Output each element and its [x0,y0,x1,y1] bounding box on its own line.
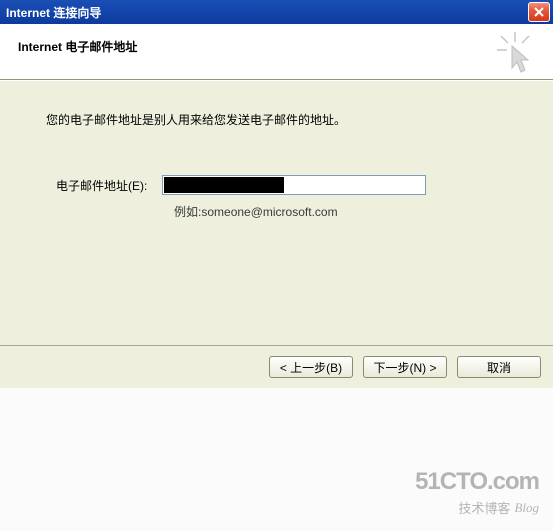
example-text: 例如:someone@microsoft.com [174,203,507,220]
wizard-dialog: Internet 连接向导 Internet 电子邮件地址 您的电子邮件地址是别… [0,0,553,390]
cancel-button[interactable]: 取消 [457,356,541,378]
watermark-subtitle: 技术博客 Blog [415,498,539,517]
next-button[interactable]: 下一步(N) > [363,356,447,378]
window-title: Internet 连接向导 [6,4,101,21]
watermark: 51CTO.com 技术博客 Blog [415,468,539,517]
example-value: someone@microsoft.com [201,205,337,219]
wizard-content: 您的电子邮件地址是别人用来给您发送电子邮件的地址。 电子邮件地址(E): 例如:… [0,80,553,345]
watermark-cn: 技术博客 [458,498,510,517]
watermark-en: Blog [514,500,539,516]
email-label: 电子邮件地址(E): [46,177,162,194]
titlebar: Internet 连接向导 [0,0,553,24]
email-row: 电子邮件地址(E): [46,175,507,195]
wizard-header: Internet 电子邮件地址 [0,24,553,80]
page-background: 51CTO.com 技术博客 Blog [0,388,553,531]
page-title: Internet 电子邮件地址 [18,38,553,55]
close-button[interactable] [528,2,550,22]
button-bar: < 上一步(B) 下一步(N) > 取消 [0,345,553,390]
close-icon [534,7,544,17]
back-button[interactable]: < 上一步(B) [269,356,353,378]
description-text: 您的电子邮件地址是别人用来给您发送电子邮件的地址。 [46,111,507,129]
email-input[interactable] [162,175,426,195]
example-prefix: 例如: [174,205,201,219]
watermark-logo: 51CTO.com [415,468,539,496]
cursor-decoration-icon [497,32,533,77]
redacted-text [164,177,284,193]
